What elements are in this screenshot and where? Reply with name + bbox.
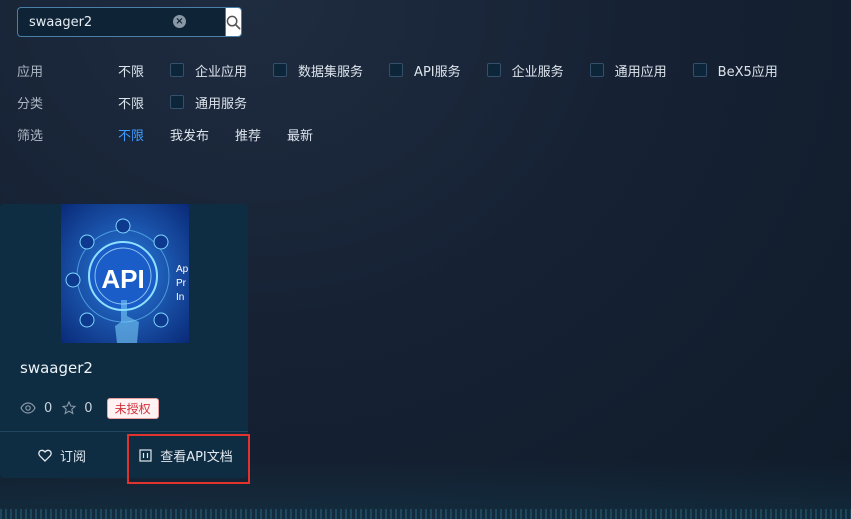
status-badge: 未授权 <box>106 397 159 419</box>
api-illustration: API Ap Pr In <box>61 204 189 343</box>
star-icon <box>62 401 77 415</box>
subscribe-label: 订阅 <box>59 449 86 465</box>
document-icon <box>139 448 152 462</box>
filter-app-option-label: BeX5应用 <box>717 64 778 80</box>
filter-app-option[interactable]: BeX5应用 <box>692 61 778 80</box>
filter-app-option-label: 通用应用 <box>614 64 667 80</box>
search-button[interactable] <box>225 7 242 37</box>
filter-label-category: 分类 <box>17 96 44 112</box>
thumbnail-side-text: In <box>176 292 184 303</box>
checkbox[interactable] <box>273 63 288 77</box>
filter-row-screen: 筛选 不限 我发布 推荐 最新 <box>17 124 339 144</box>
card-footer: 订阅 查看API文档 <box>0 431 248 478</box>
filter-category-unlimited[interactable]: 不限 <box>118 93 144 112</box>
thumbnail-side-text: Ap <box>176 264 189 275</box>
thumbnail-text: API <box>101 264 144 294</box>
filter-app-option-label: API服务 <box>414 64 461 80</box>
star-count: 0 <box>84 400 93 416</box>
filter-app-unlimited[interactable]: 不限 <box>118 61 144 80</box>
filter-category-option[interactable]: 通用服务 <box>170 93 247 112</box>
checkbox[interactable] <box>589 63 604 77</box>
eye-icon <box>20 402 36 414</box>
search-bar: × <box>17 7 242 37</box>
search-input[interactable] <box>17 7 225 37</box>
filter-screen-latest[interactable]: 最新 <box>287 125 313 144</box>
filter-app-option[interactable]: 通用应用 <box>589 61 667 80</box>
api-thumbnail: API Ap Pr In <box>61 204 189 343</box>
search-icon <box>226 15 241 29</box>
filter-label-app: 应用 <box>17 64 44 80</box>
heart-icon <box>38 449 52 462</box>
checkbox[interactable] <box>486 63 501 77</box>
view-count: 0 <box>44 400 53 416</box>
filter-label-screen: 筛选 <box>17 128 44 144</box>
filter-app-option-label: 数据集服务 <box>298 64 364 80</box>
subscribe-button[interactable]: 订阅 <box>0 432 124 478</box>
checkbox[interactable] <box>170 63 185 77</box>
checkbox[interactable] <box>170 95 185 109</box>
filter-row-category: 分类 不限 通用服务 <box>17 92 273 112</box>
api-card[interactable]: API Ap Pr In swaager2 0 0 未授权 订阅 查看API文档 <box>0 204 248 478</box>
checkbox[interactable] <box>692 63 707 77</box>
checkbox[interactable] <box>389 63 404 77</box>
filter-row-app: 应用 不限 企业应用 数据集服务 API服务 企业服务 通用应用 BeX5应用 <box>17 60 778 80</box>
filter-app-option-label: 企业服务 <box>511 64 564 80</box>
card-stats: 0 0 未授权 <box>20 397 159 419</box>
close-circle-icon[interactable]: × <box>173 15 186 28</box>
thumbnail-side-text: Pr <box>176 278 187 289</box>
card-title[interactable]: swaager2 <box>20 359 93 377</box>
view-api-docs-label: 查看API文档 <box>160 449 233 465</box>
view-api-docs-button[interactable]: 查看API文档 <box>124 432 248 478</box>
filter-app-option[interactable]: 企业服务 <box>486 61 564 80</box>
filter-app-option[interactable]: 数据集服务 <box>273 61 363 80</box>
filter-screen-mine[interactable]: 我发布 <box>170 125 209 144</box>
filter-app-option[interactable]: API服务 <box>389 61 461 80</box>
filter-app-option-label: 企业应用 <box>195 64 248 80</box>
filter-category-option-label: 通用服务 <box>195 96 248 112</box>
filter-screen-unlimited[interactable]: 不限 <box>118 125 144 144</box>
filter-screen-recommended[interactable]: 推荐 <box>235 125 261 144</box>
filter-app-option[interactable]: 企业应用 <box>170 61 247 80</box>
